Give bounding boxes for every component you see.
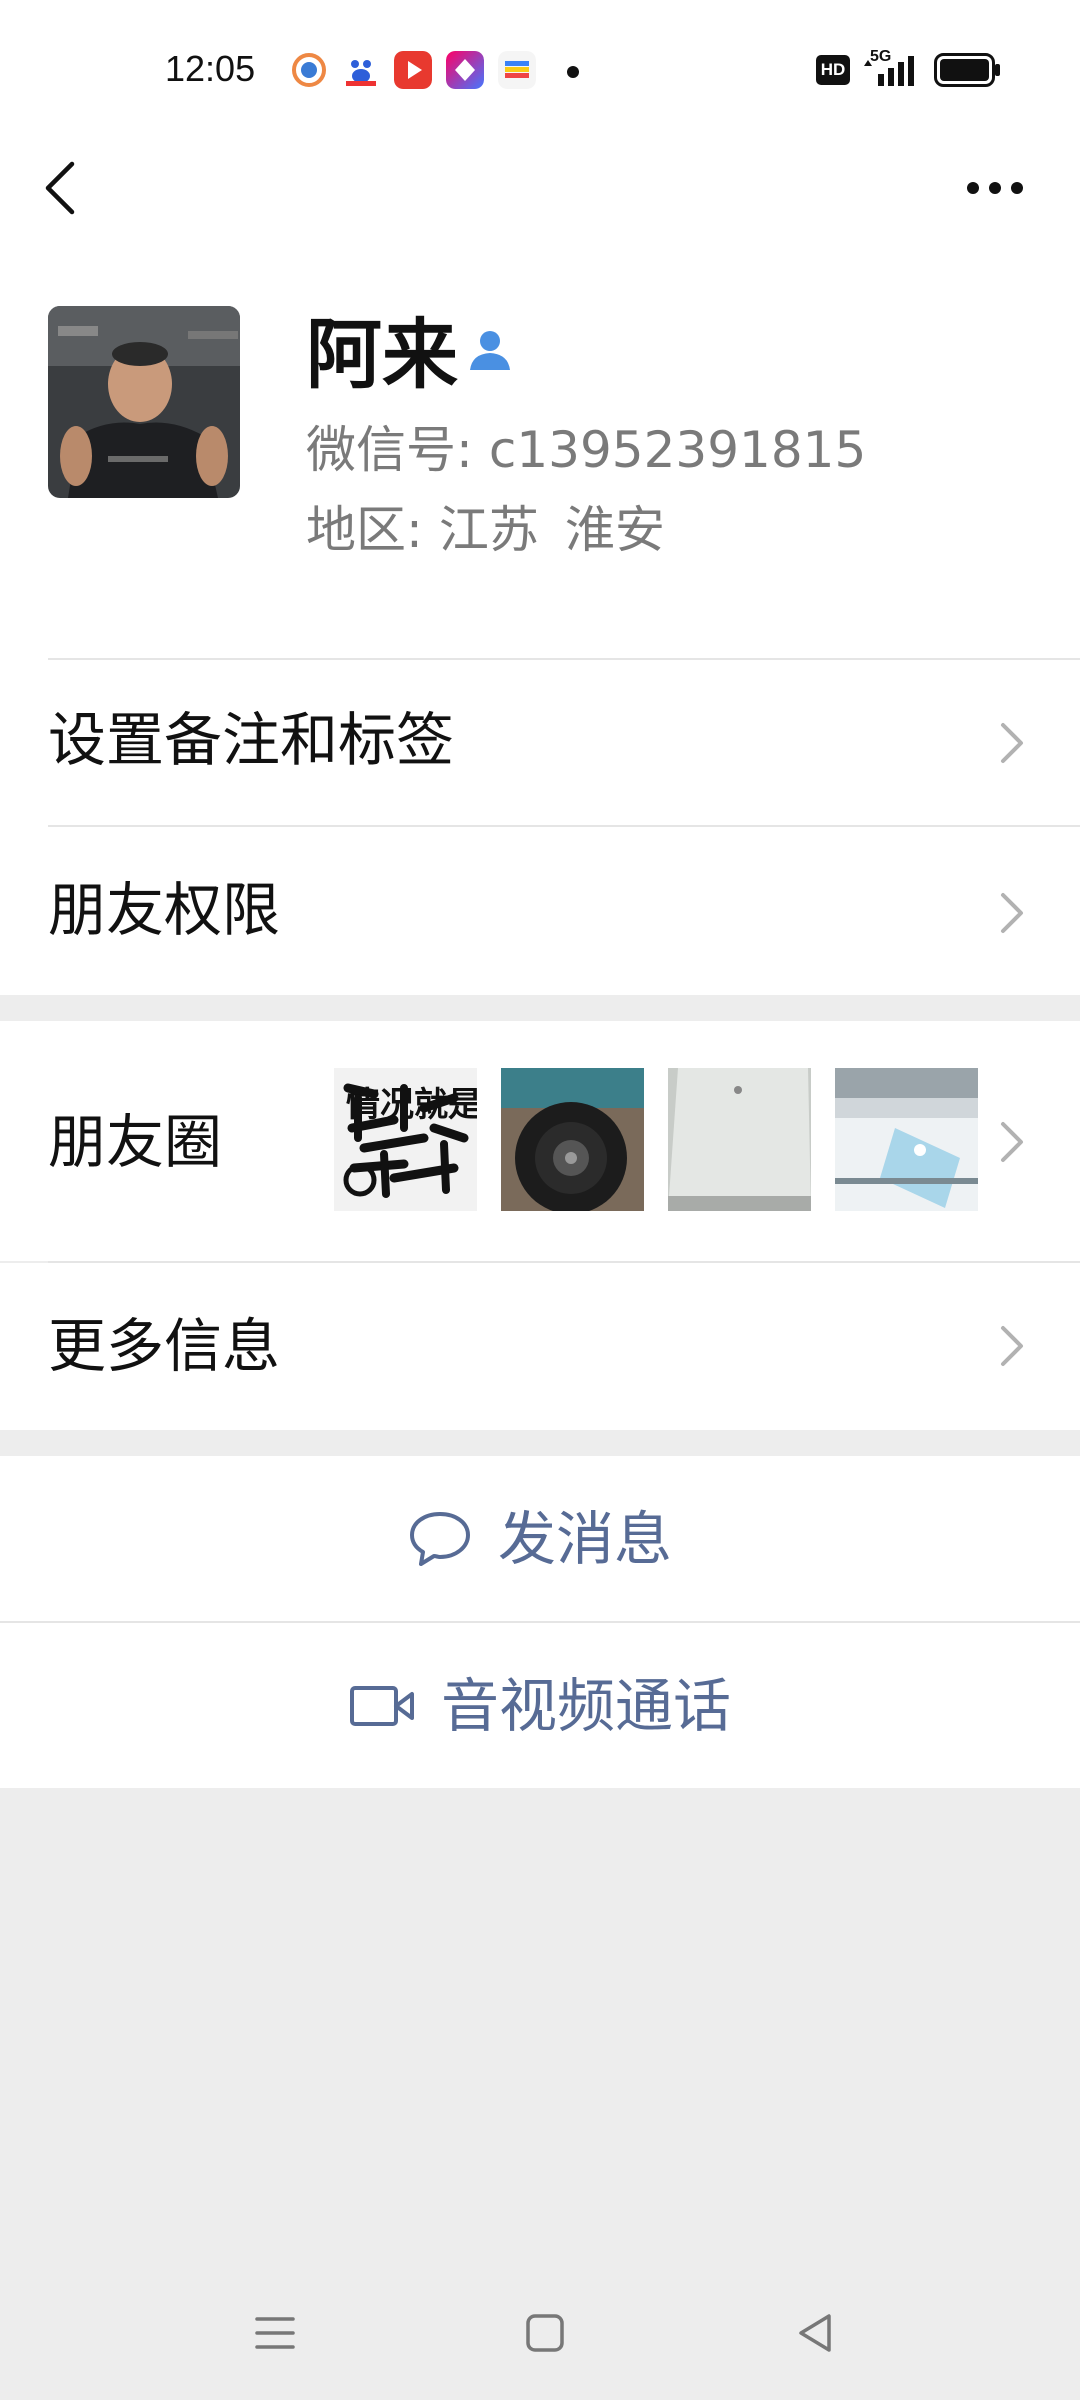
square-icon (526, 2314, 564, 2352)
av-call-content: 音视频通话 (349, 1671, 731, 1741)
wechat-id-value: c13952391815 (488, 421, 867, 479)
contact-profile-screen: 12:05 HD 5G 阿来 微信号: c13952391815 地区: 江苏 … (0, 0, 1080, 2400)
status-time: 12:05 (165, 48, 256, 89)
friend-permissions-row[interactable]: 朋友权限 (0, 827, 1080, 995)
section-gap (0, 1430, 1080, 1456)
remark-tags-row[interactable]: 设置备注和标签 (0, 660, 1080, 825)
chevron-right-icon (1001, 1326, 1023, 1366)
more-info-row[interactable]: 更多信息 (0, 1263, 1080, 1430)
moments-thumb-tire[interactable] (501, 1068, 644, 1211)
moments-thumb-phone-counter[interactable] (835, 1068, 978, 1211)
region-label: 地区: (306, 501, 423, 559)
chevron-left-icon (45, 161, 75, 214)
hd-badge: HD (816, 55, 850, 85)
contact-name: 阿来 (306, 310, 458, 399)
status-bar: 12:05 HD 5G (0, 0, 1080, 140)
wechat-id[interactable]: 微信号: c13952391815 (306, 420, 866, 480)
back-nav-button[interactable] (780, 2298, 850, 2368)
wallet-app-icon (498, 51, 536, 89)
moments-thumbnails: 情况就是这么个情况 (334, 1068, 978, 1211)
more-notifications-dot (567, 66, 579, 78)
system-nav-bar (0, 2270, 1080, 2400)
shopping-app-icon (446, 51, 484, 89)
chevron-right-icon (1001, 893, 1023, 933)
video-camera-icon (349, 1685, 414, 1726)
chevron-right-icon (1001, 1122, 1023, 1162)
recent-apps-button[interactable] (240, 2298, 310, 2368)
status-indicators: HD 5G (816, 48, 1002, 88)
back-button[interactable] (30, 150, 90, 225)
chat-bubble-icon (409, 1511, 470, 1566)
send-message-content: 发消息 (408, 1504, 672, 1574)
baidu-app-icon (342, 51, 380, 89)
browser-app-icon (292, 53, 326, 87)
triangle-back-icon (799, 2314, 831, 2352)
menu-lines-icon (255, 2317, 295, 2349)
av-call-button[interactable]: 音视频通话 (0, 1623, 1080, 1788)
moments-label: 朋友圈 (48, 1108, 223, 1176)
notification-icons (290, 51, 536, 89)
wechat-id-label: 微信号: (306, 421, 473, 479)
region-province: 江苏 (438, 501, 539, 559)
send-message-label: 发消息 (497, 1504, 672, 1573)
video-app-icon (394, 51, 432, 89)
region: 地区: 江苏 淮安 (306, 500, 665, 560)
signal-icon: 5G (862, 48, 922, 88)
section-gap (0, 995, 1080, 1021)
region-city: 淮安 (564, 501, 665, 559)
more-dots-icon (967, 181, 1023, 194)
moments-thumb-board[interactable] (668, 1068, 811, 1211)
avatar[interactable] (48, 306, 240, 498)
send-message-button[interactable]: 发消息 (0, 1456, 1080, 1621)
battery-icon (934, 53, 1000, 87)
more-options-button[interactable] (955, 160, 1035, 215)
moments-thumb-calligraphy[interactable]: 情况就是这么个情况 (334, 1068, 477, 1211)
home-button[interactable] (510, 2298, 580, 2368)
chevron-right-icon (1001, 723, 1023, 763)
more-info-label: 更多信息 (48, 1312, 281, 1380)
friend-permissions-label: 朋友权限 (48, 876, 281, 944)
remark-tags-label: 设置备注和标签 (48, 706, 455, 774)
av-call-label: 音视频通话 (440, 1671, 731, 1740)
contact-person-icon (470, 331, 510, 370)
